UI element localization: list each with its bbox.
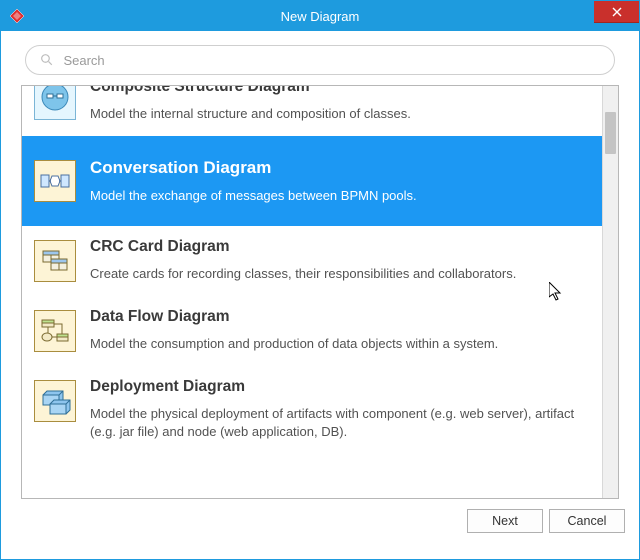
item-desc: Model the internal structure and composi… [90, 105, 590, 123]
list-item[interactable]: Deployment Diagram Model the physical de… [22, 366, 602, 454]
composite-icon [34, 86, 76, 120]
deployment-icon [34, 380, 76, 422]
footer: Next Cancel [1, 499, 639, 543]
diagram-list-viewport: Composite Structure Diagram Model the in… [22, 86, 602, 498]
item-title: Data Flow Diagram [90, 308, 590, 327]
search-row [1, 31, 639, 85]
crc-icon [34, 240, 76, 282]
dialog-window: New Diagram [0, 0, 640, 560]
item-desc: Model the physical deployment of artifac… [90, 405, 590, 440]
search-input[interactable] [61, 52, 600, 69]
item-desc: Model the consumption and production of … [90, 335, 590, 353]
app-icon [9, 8, 25, 24]
item-desc: Model the exchange of messages between B… [90, 187, 590, 205]
item-title: Conversation Diagram [90, 158, 590, 178]
scroll-thumb[interactable] [605, 112, 616, 154]
dialog-body: Composite Structure Diagram Model the in… [1, 31, 639, 559]
window-title: New Diagram [281, 9, 360, 24]
search-box[interactable] [25, 45, 615, 75]
next-button[interactable]: Next [467, 509, 543, 533]
dfd-icon [34, 310, 76, 352]
titlebar: New Diagram [1, 1, 639, 31]
item-title: CRC Card Diagram [90, 238, 590, 257]
close-button[interactable] [594, 1, 639, 23]
cancel-button[interactable]: Cancel [549, 509, 625, 533]
search-icon [40, 53, 53, 67]
item-title: Deployment Diagram [90, 378, 590, 397]
list-item[interactable]: CRC Card Diagram Create cards for record… [22, 226, 602, 296]
diagram-list: Composite Structure Diagram Model the in… [21, 85, 619, 499]
scrollbar[interactable] [602, 86, 618, 498]
list-item[interactable]: Conversation Diagram Model the exchange … [22, 136, 602, 226]
conversation-icon [34, 160, 76, 202]
item-desc: Create cards for recording classes, thei… [90, 265, 590, 283]
item-title: Composite Structure Diagram [90, 86, 590, 97]
list-item[interactable]: Composite Structure Diagram Model the in… [22, 86, 602, 136]
list-item[interactable]: Data Flow Diagram Model the consumption … [22, 296, 602, 366]
